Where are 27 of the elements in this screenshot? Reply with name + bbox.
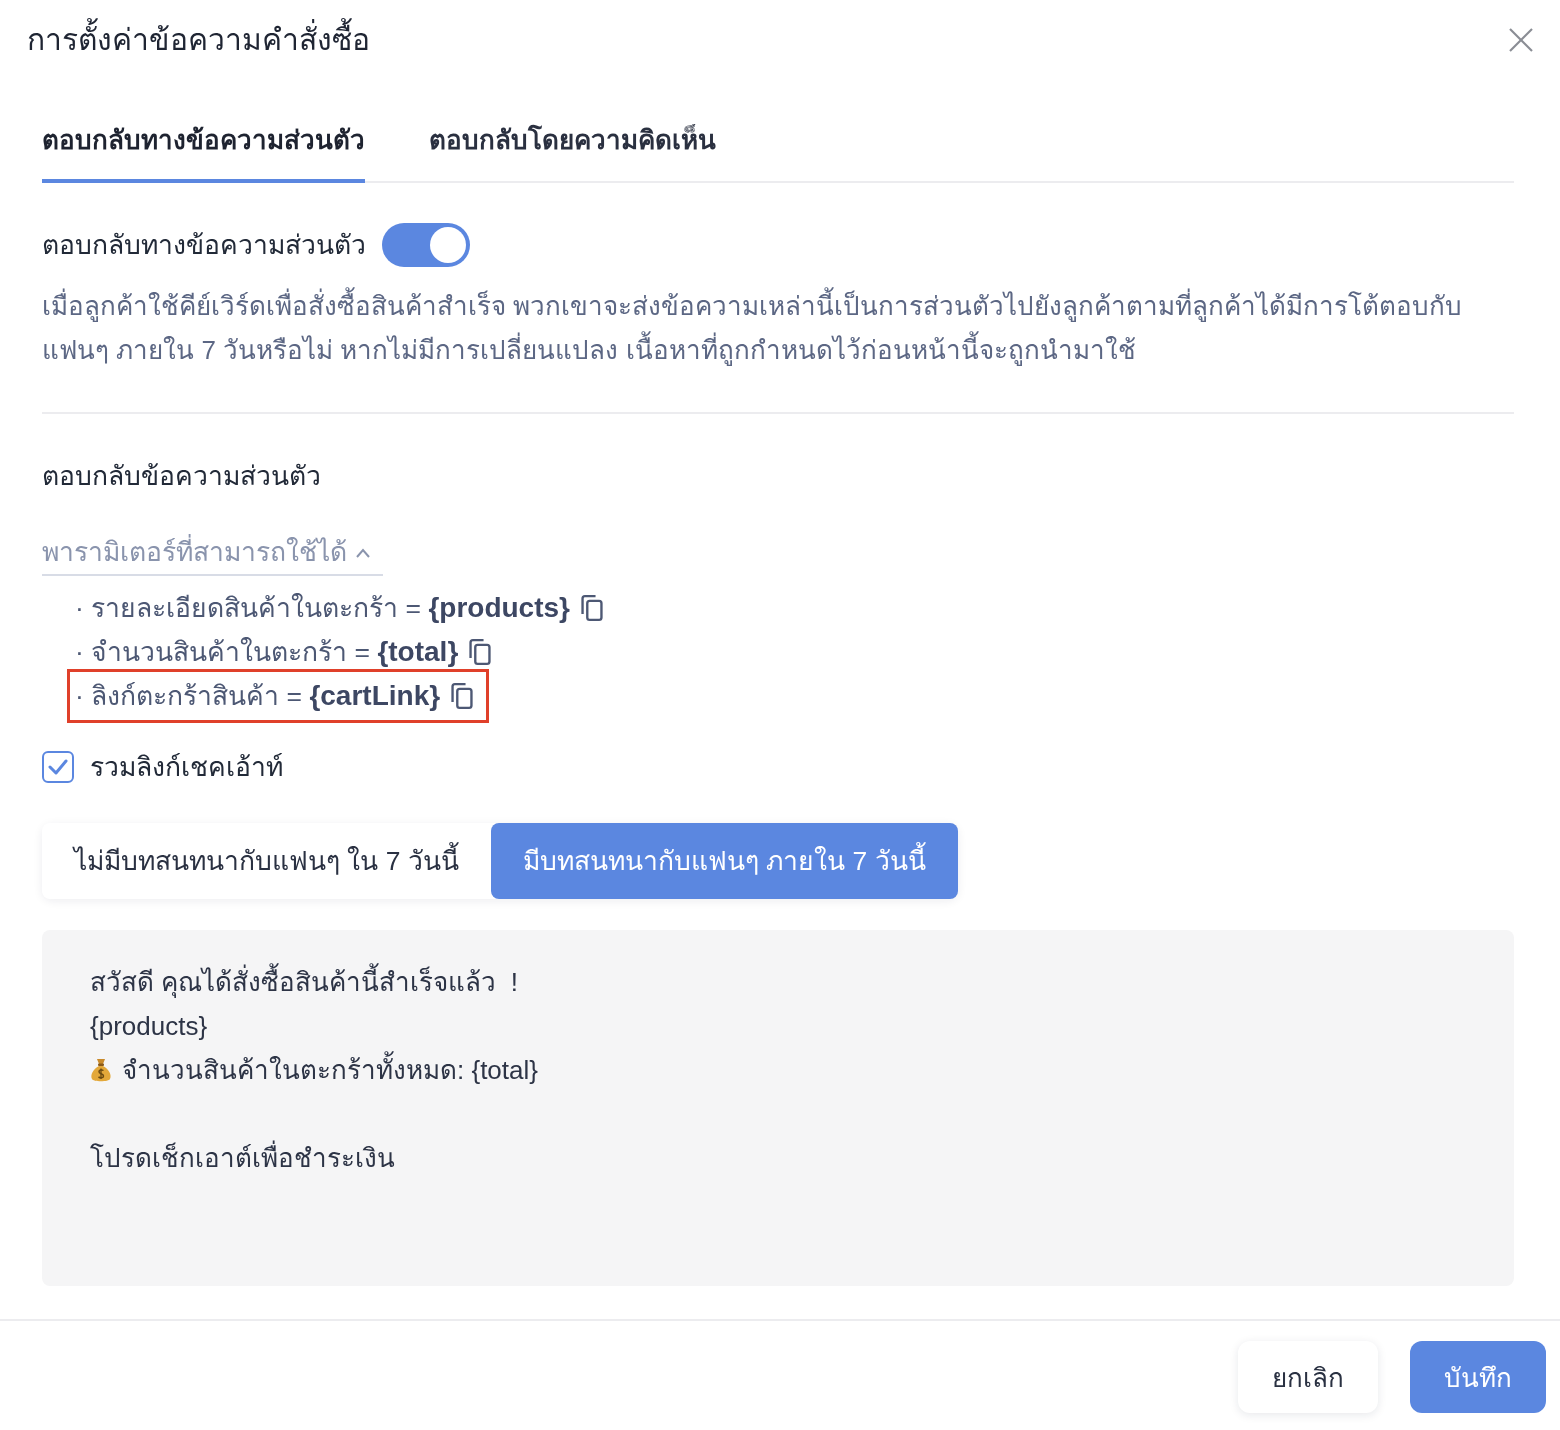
segment-option[interactable]: มีบทสนทนากับแฟนๆ ภายใน 7 วันนี้ [490, 823, 958, 899]
cancel-button[interactable]: ยกเลิก [1238, 1341, 1378, 1413]
checkbox-label: รวมลิงก์เชคเอ้าท์ [90, 751, 283, 784]
description-text: เมื่อลูกค้าใช้คีย์เวิร์ดเพื่อสั่งซื้อสินค้าสำเร็จ พวกเขาจะส่งข้อความเหล่านี้เป็นการส่วนตัวไปยังลูกค้าตามที่ลูกค้าได้มีการโต้ตอบกับแฟนๆ ภายใน 7 วันหรือไม่ หากไม่มีการเปลี่ยนแปลง เนื้อหาที่ถูกกำหนดไว้ก่อนหน้านี้จะถูกนำมาใช้ [42, 284, 1514, 372]
parameter-text: · จำนวนสินค้าในตะกร้า = {total} [75, 635, 459, 669]
caret-icon [355, 547, 371, 558]
dialog-title: การตั้งค่าข้อความคำสั่งซื้อ [27, 20, 370, 60]
save-button[interactable]: บันทึก [1410, 1341, 1546, 1413]
toggle-switch[interactable] [382, 223, 470, 267]
check-icon [48, 759, 68, 775]
copy-icon[interactable] [579, 595, 604, 621]
message-line: สวัสดี คุณได้สั่งซื้อสินค้านี้สำเร็จแล้ว ! [90, 960, 518, 1004]
section-heading: ตอบกลับข้อความส่วนตัว [42, 460, 321, 493]
tab[interactable]: ตอบกลับทางข้อความส่วนตัว [42, 100, 365, 183]
close-button[interactable] [1508, 27, 1534, 53]
toggle-label: ตอบกลับทางข้อความส่วนตัว [42, 229, 366, 262]
money-bag-icon [90, 1057, 112, 1083]
copy-icon[interactable] [468, 639, 493, 665]
message-line: {products} [90, 1010, 208, 1043]
parameter-text: · ลิงก์ตะกร้าสินค้า = {cartLink} [75, 679, 441, 713]
tab[interactable]: ตอบกลับโดยความคิดเห็น [429, 100, 716, 183]
message-line: โปรดเช็กเอาต์เพื่อชำระเงิน [90, 1136, 395, 1180]
message-field[interactable]: สวัสดี คุณได้สั่งซื้อสินค้านี้สำเร็จแล้ว ! {products} จำนวนสินค้าในตะกร้าทั้งหมด: {total} โปรดเช็กเอาต์เพื่อชำระเงิน [42, 930, 1514, 1286]
parameter-text: · รายละเอียดสินค้าในตะกร้า = {products} [75, 591, 570, 625]
message-line: จำนวนสินค้าในตะกร้าทั้งหมด: {total} [122, 1048, 538, 1092]
checkbox[interactable] [42, 751, 74, 783]
copy-icon[interactable] [450, 683, 475, 709]
